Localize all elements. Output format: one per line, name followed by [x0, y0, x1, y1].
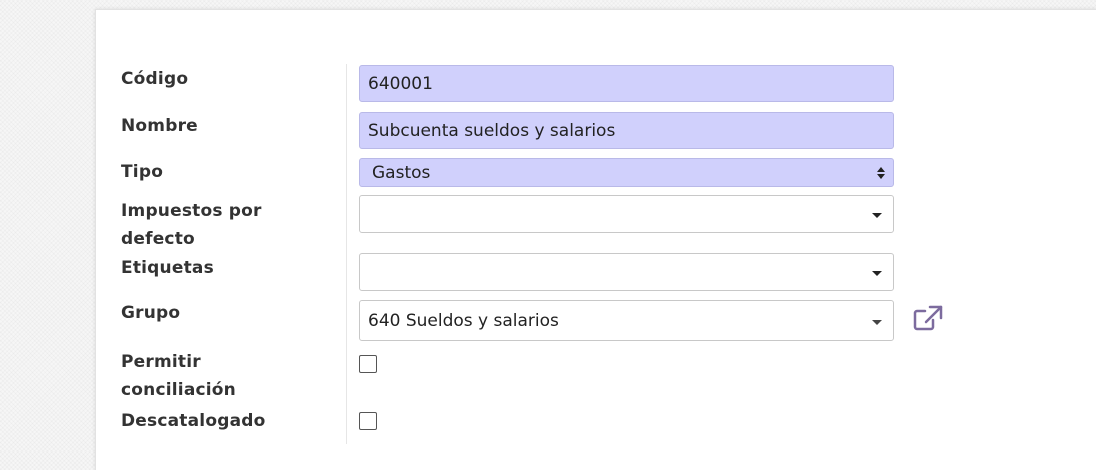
permitir-label: Permitir conciliación	[121, 348, 321, 404]
impuestos-label: Impuestos por defecto	[121, 197, 321, 253]
permitir-label-line2: conciliación	[121, 380, 236, 400]
impuestos-label-line2: defecto	[121, 229, 195, 249]
chevron-down-icon	[872, 271, 882, 276]
tipo-label: Tipo	[121, 162, 164, 182]
permitir-label-line1: Permitir	[121, 352, 201, 372]
label-divider	[346, 64, 347, 444]
external-link-icon[interactable]	[913, 305, 943, 331]
impuestos-input[interactable]	[359, 195, 894, 233]
codigo-input[interactable]: 640001	[359, 65, 894, 102]
select-arrows-icon	[877, 166, 885, 179]
tipo-value: Gastos	[372, 162, 431, 183]
etiquetas-input[interactable]	[359, 253, 894, 291]
impuestos-label-line1: Impuestos por	[121, 201, 262, 221]
descatalogado-label: Descatalogado	[121, 411, 266, 431]
codigo-value: 640001	[368, 73, 433, 94]
grupo-input[interactable]: 640 Sueldos y salarios	[359, 300, 894, 341]
grupo-label: Grupo	[121, 303, 181, 323]
tipo-select[interactable]: Gastos	[359, 158, 894, 187]
nombre-input[interactable]: Subcuenta sueldos y salarios	[359, 112, 894, 149]
etiquetas-label: Etiquetas	[121, 258, 214, 278]
codigo-label: Código	[121, 69, 189, 89]
grupo-value: 640 Sueldos y salarios	[368, 310, 559, 331]
descatalogado-checkbox[interactable]	[359, 412, 377, 430]
chevron-down-icon	[872, 213, 882, 218]
nombre-label: Nombre	[121, 116, 198, 136]
nombre-value: Subcuenta sueldos y salarios	[368, 120, 616, 141]
permitir-checkbox[interactable]	[359, 355, 377, 373]
chevron-down-icon	[872, 319, 882, 325]
